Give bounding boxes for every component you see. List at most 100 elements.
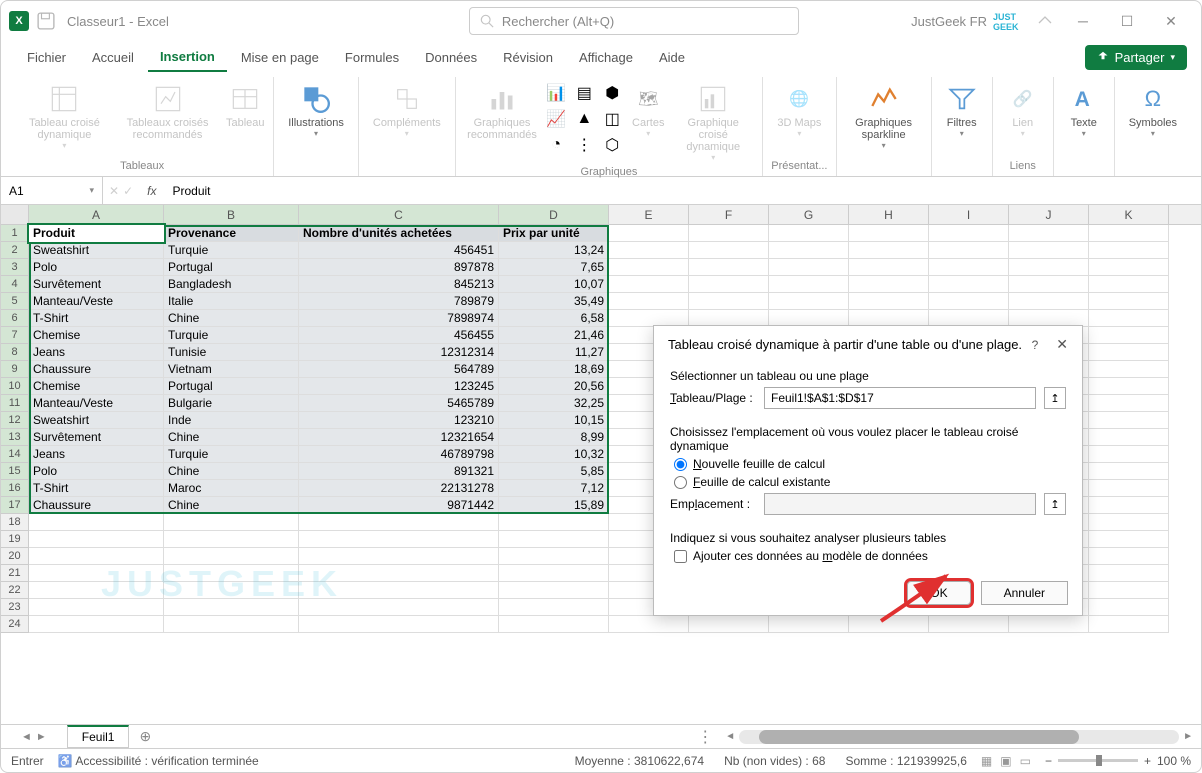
- tab-insertion[interactable]: Insertion: [148, 43, 227, 72]
- col-header[interactable]: K: [1089, 205, 1169, 224]
- cell[interactable]: [29, 565, 164, 582]
- cell[interactable]: [849, 616, 929, 633]
- cell[interactable]: [1089, 225, 1169, 242]
- cell[interactable]: [609, 225, 689, 242]
- view-normal-icon[interactable]: ▦: [981, 754, 992, 768]
- table-button[interactable]: Tableau: [225, 81, 265, 131]
- sheet-prev-icon[interactable]: ◄: [21, 731, 32, 743]
- cell[interactable]: 5465789: [299, 395, 499, 412]
- radio-new-sheet[interactable]: [674, 458, 687, 471]
- tab-fichier[interactable]: Fichier: [15, 44, 78, 71]
- cell[interactable]: Polo: [29, 259, 164, 276]
- cell[interactable]: [1089, 310, 1169, 327]
- cell[interactable]: Bulgarie: [164, 395, 299, 412]
- cell[interactable]: Chine: [164, 429, 299, 446]
- ribbon-options-icon[interactable]: [1037, 13, 1053, 29]
- ok-button[interactable]: OK: [907, 581, 970, 605]
- cell[interactable]: [1009, 616, 1089, 633]
- cell[interactable]: T-Shirt: [29, 480, 164, 497]
- cell[interactable]: [1089, 480, 1169, 497]
- cell[interactable]: Turquie: [164, 242, 299, 259]
- cell[interactable]: 22131278: [299, 480, 499, 497]
- cell[interactable]: [769, 242, 849, 259]
- cell[interactable]: Polo: [29, 463, 164, 480]
- cell[interactable]: 789879: [299, 293, 499, 310]
- cell[interactable]: [1009, 293, 1089, 310]
- row-header[interactable]: 19: [1, 531, 29, 548]
- col-header[interactable]: D: [499, 205, 609, 224]
- cancel-formula-icon[interactable]: ✕: [109, 184, 119, 198]
- cell[interactable]: [1089, 429, 1169, 446]
- cell[interactable]: Jeans: [29, 446, 164, 463]
- recommended-charts-button[interactable]: Graphiques recommandés: [464, 81, 541, 143]
- cell[interactable]: [769, 616, 849, 633]
- col-header[interactable]: I: [929, 205, 1009, 224]
- horizontal-scrollbar[interactable]: [739, 730, 1179, 744]
- cell[interactable]: Vietnam: [164, 361, 299, 378]
- col-header[interactable]: A: [29, 205, 164, 224]
- line-chart-icon[interactable]: 📈: [544, 107, 568, 131]
- cell[interactable]: 845213: [299, 276, 499, 293]
- row-header[interactable]: 13: [1, 429, 29, 446]
- cell[interactable]: 456451: [299, 242, 499, 259]
- cell[interactable]: Jeans: [29, 344, 164, 361]
- col-header[interactable]: F: [689, 205, 769, 224]
- tab-donnees[interactable]: Données: [413, 44, 489, 71]
- column-chart-icon[interactable]: 📊: [544, 81, 568, 105]
- view-pagebreak-icon[interactable]: ▭: [1020, 754, 1031, 768]
- cell[interactable]: 6,58: [499, 310, 609, 327]
- tab-formules[interactable]: Formules: [333, 44, 411, 71]
- cell[interactable]: Chemise: [29, 378, 164, 395]
- addins-button[interactable]: Compléments▾: [367, 81, 447, 140]
- cell[interactable]: [1089, 395, 1169, 412]
- cell[interactable]: [689, 293, 769, 310]
- sparkline-button[interactable]: Graphiques sparkline▾: [845, 81, 923, 152]
- name-box[interactable]: A1 ▾: [1, 177, 103, 204]
- cell[interactable]: [689, 225, 769, 242]
- row-header[interactable]: 20: [1, 548, 29, 565]
- cell[interactable]: [164, 582, 299, 599]
- cell[interactable]: [929, 616, 1009, 633]
- tab-accueil[interactable]: Accueil: [80, 44, 146, 71]
- row-header[interactable]: 16: [1, 480, 29, 497]
- cell[interactable]: [1089, 242, 1169, 259]
- col-header[interactable]: J: [1009, 205, 1089, 224]
- cell[interactable]: [164, 548, 299, 565]
- cell[interactable]: [689, 616, 769, 633]
- cell[interactable]: 7898974: [299, 310, 499, 327]
- cell[interactable]: [1089, 412, 1169, 429]
- cell[interactable]: 15,89: [499, 497, 609, 514]
- cell[interactable]: [769, 225, 849, 242]
- row-header[interactable]: 12: [1, 412, 29, 429]
- combo-chart-icon[interactable]: ⬡: [600, 133, 624, 157]
- cell[interactable]: [1089, 582, 1169, 599]
- cell[interactable]: [1089, 327, 1169, 344]
- cell[interactable]: [1089, 361, 1169, 378]
- cancel-button[interactable]: Annuler: [981, 581, 1068, 605]
- cell[interactable]: [849, 259, 929, 276]
- row-header[interactable]: 18: [1, 514, 29, 531]
- cell[interactable]: [299, 599, 499, 616]
- stat-chart-icon[interactable]: ◫: [600, 107, 624, 131]
- emplacement-picker-button[interactable]: ↥: [1044, 493, 1066, 515]
- maximize-button[interactable]: ☐: [1105, 6, 1149, 36]
- bar-chart-icon[interactable]: ▤: [572, 81, 596, 105]
- cell[interactable]: 456455: [299, 327, 499, 344]
- cell[interactable]: [929, 276, 1009, 293]
- sheet-tab-active[interactable]: Feuil1: [67, 725, 130, 748]
- cell[interactable]: [1089, 344, 1169, 361]
- cell[interactable]: [164, 616, 299, 633]
- cell[interactable]: 123245: [299, 378, 499, 395]
- cell[interactable]: Italie: [164, 293, 299, 310]
- cell[interactable]: T-Shirt: [29, 310, 164, 327]
- cell[interactable]: [609, 259, 689, 276]
- cell[interactable]: [1009, 242, 1089, 259]
- cell[interactable]: [29, 616, 164, 633]
- tab-revision[interactable]: Révision: [491, 44, 565, 71]
- cell[interactable]: [1089, 446, 1169, 463]
- cell[interactable]: [1009, 225, 1089, 242]
- cell[interactable]: Chine: [164, 463, 299, 480]
- cell[interactable]: 891321: [299, 463, 499, 480]
- row-header[interactable]: 3: [1, 259, 29, 276]
- fx-label[interactable]: fx: [139, 184, 164, 198]
